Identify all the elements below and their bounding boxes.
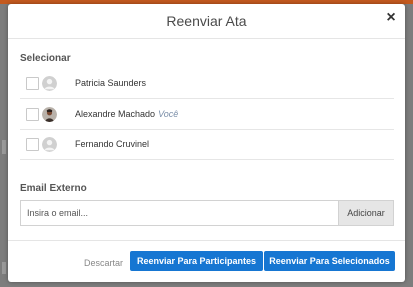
participant-name: Patricia Saunders — [75, 78, 147, 88]
select-section-label: Selecionar — [20, 53, 71, 64]
participant-row[interactable]: Alexandre Machado Você — [20, 99, 394, 130]
participant-checkbox[interactable] — [26, 107, 39, 121]
resend-to-selected-button[interactable]: Reenviar Para Selecionados — [264, 251, 395, 271]
discard-link[interactable]: Descartar — [84, 258, 123, 268]
participant-name: Fernando Cruvinel — [75, 139, 150, 149]
participant-name: Alexandre Machado — [75, 109, 156, 119]
external-email-row: Adicionar — [20, 200, 394, 226]
default-avatar-icon — [42, 136, 57, 152]
participant-row[interactable]: Patricia Saunders — [20, 68, 394, 99]
default-avatar-icon — [42, 75, 57, 91]
participant-row[interactable]: Fernando Cruvinel — [20, 129, 394, 160]
current-user-tag: Você — [158, 109, 179, 119]
background-mark — [2, 262, 6, 274]
close-icon[interactable]: × — [383, 10, 399, 26]
background-mark — [2, 140, 6, 154]
user-photo-avatar — [42, 106, 57, 122]
participant-checkbox[interactable] — [26, 76, 39, 90]
resend-minutes-modal: Reenviar Ata × Selecionar Patricia Saund… — [8, 4, 405, 282]
add-email-button[interactable]: Adicionar — [338, 200, 394, 226]
modal-title: Reenviar Ata — [166, 13, 247, 29]
modal-footer: Descartar Reenviar Para Participantes Re… — [8, 240, 405, 283]
modal-header: Reenviar Ata × — [8, 4, 405, 39]
email-input[interactable] — [20, 200, 338, 226]
participant-checkbox[interactable] — [26, 137, 39, 151]
external-email-label: Email Externo — [20, 183, 87, 194]
resend-to-participants-button[interactable]: Reenviar Para Participantes — [130, 251, 263, 271]
